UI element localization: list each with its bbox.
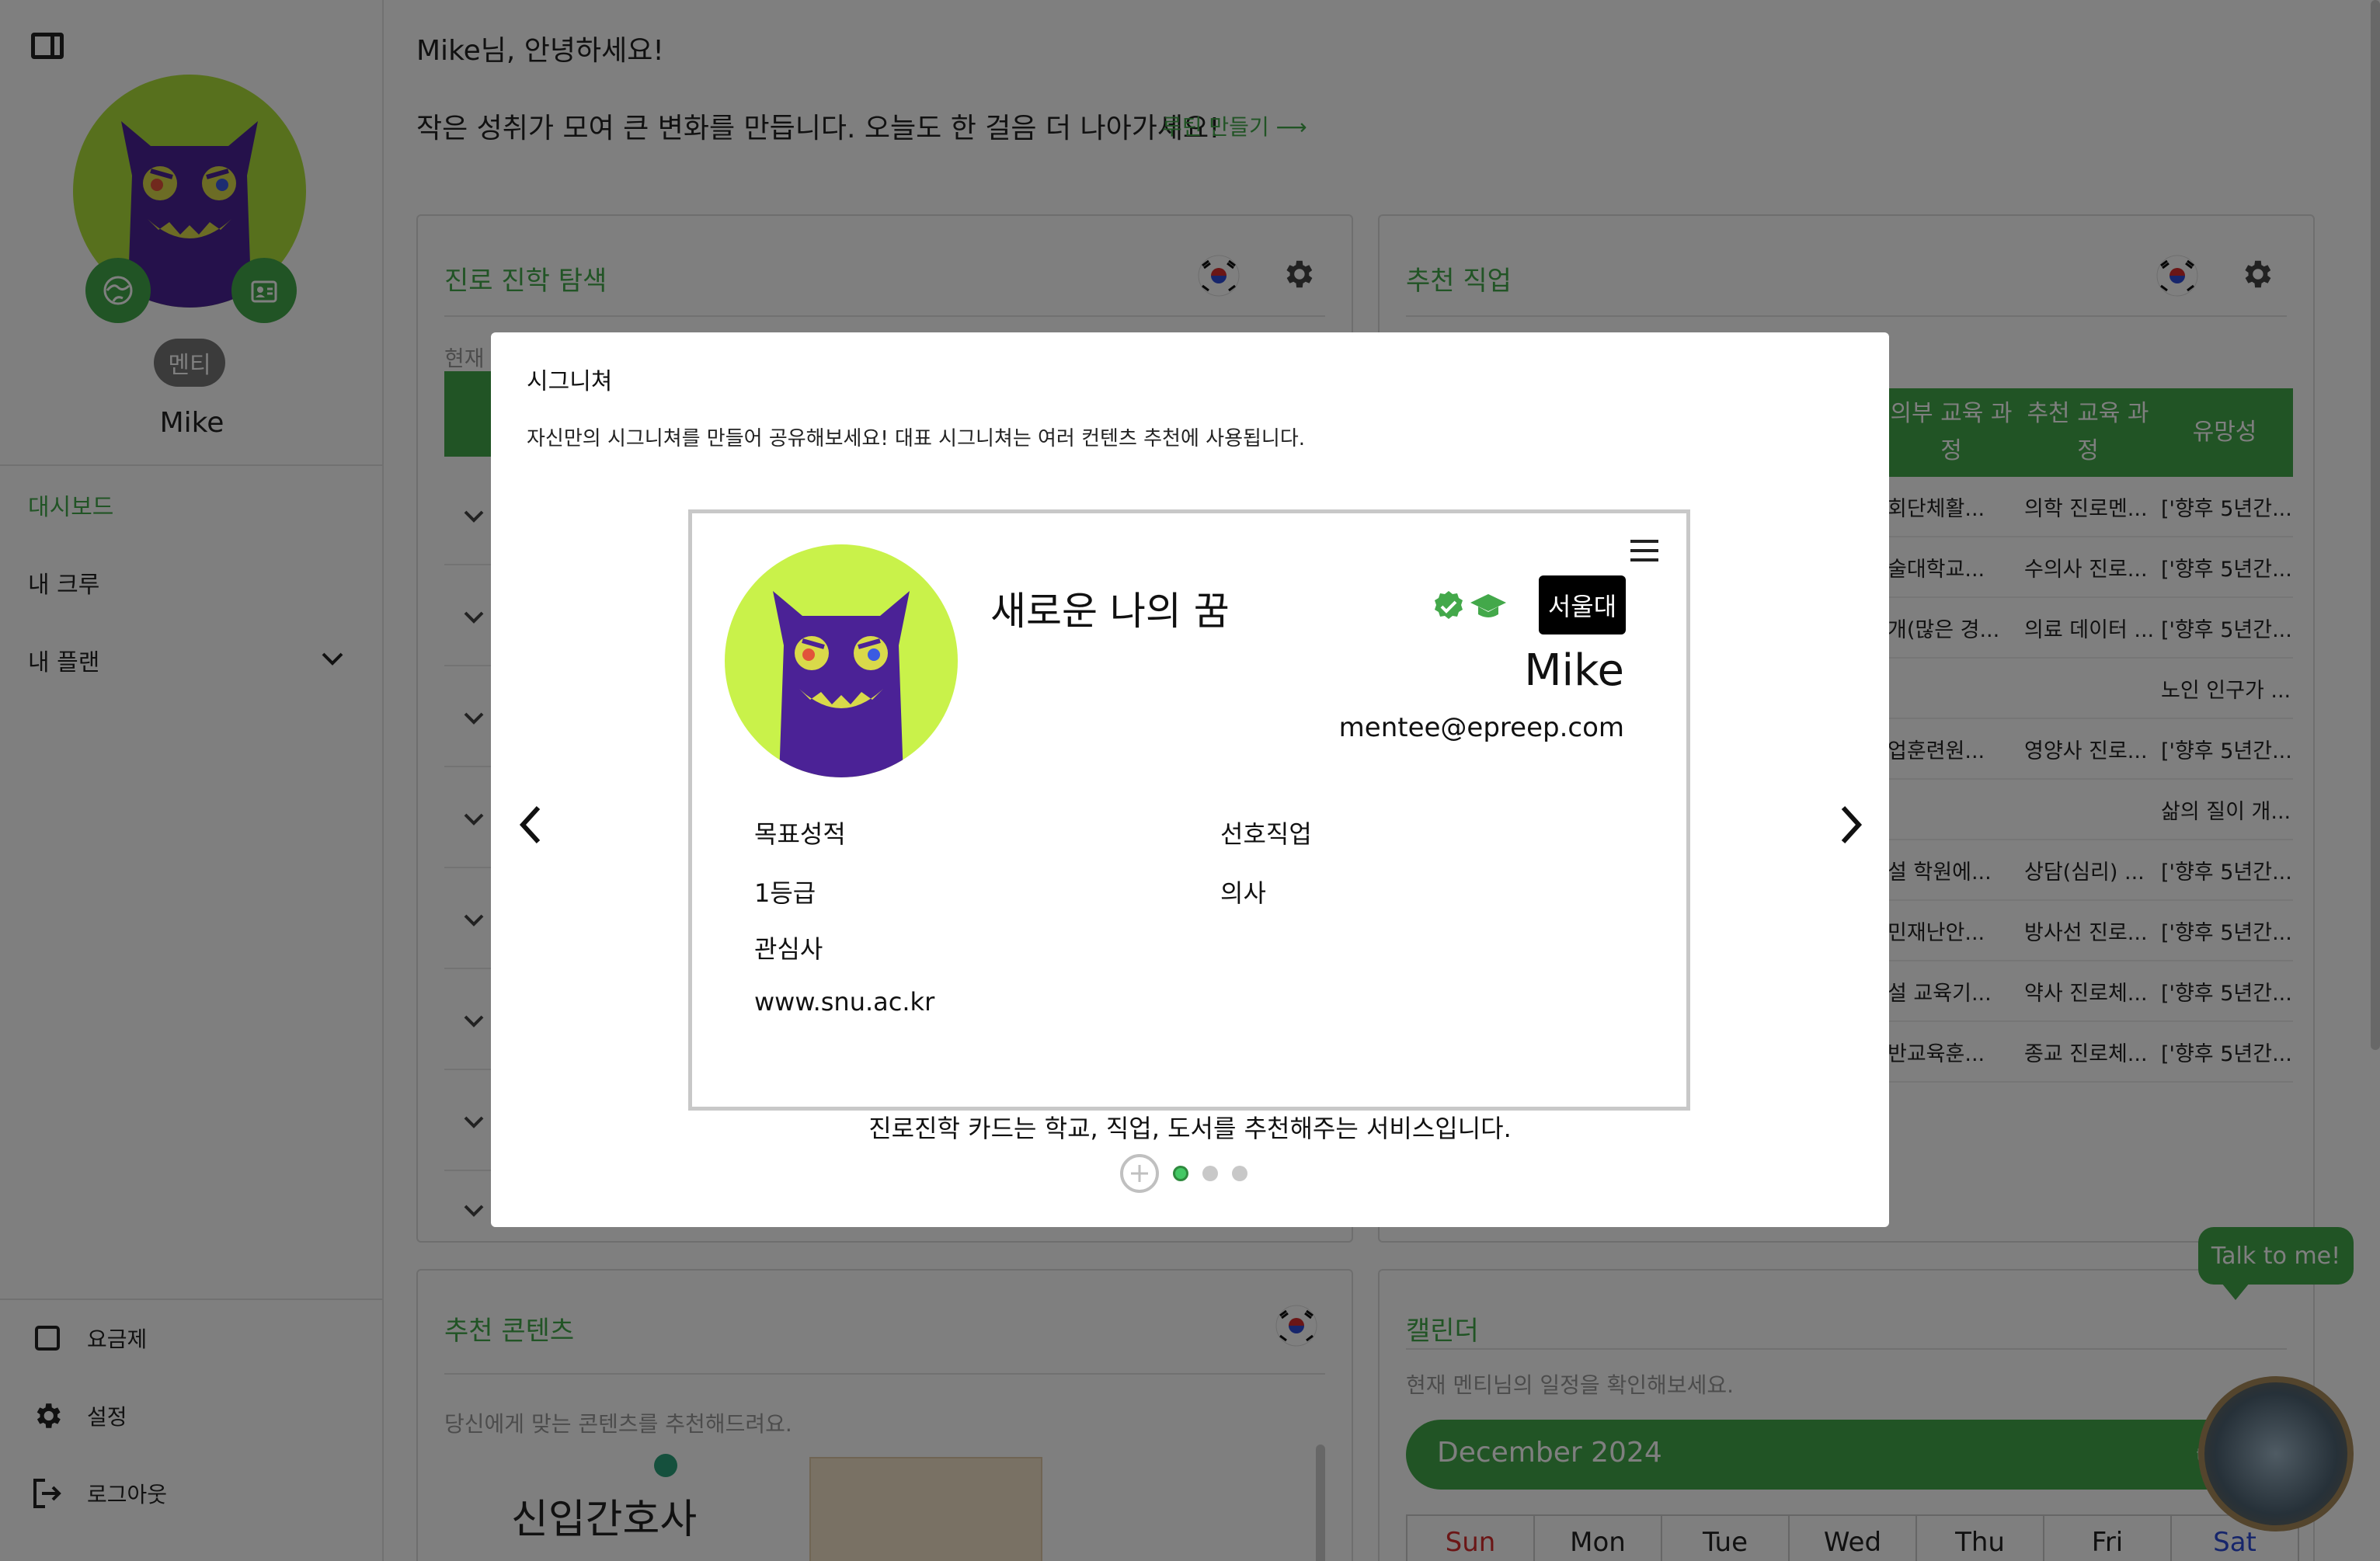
card-url: www.snu.ac.kr bbox=[754, 987, 935, 1017]
signature-modal: 시그니쳐 자신만의 시그니쳐를 만들어 공유해보세요! 대표 시그니쳐는 여러 … bbox=[491, 332, 1889, 1227]
card-title: 새로운 나의 꿈 bbox=[990, 589, 1230, 634]
carousel-caption: 진로진학 카드는 학교, 직업, 도서를 추천해주는 서비스입니다. bbox=[868, 1114, 1512, 1143]
goal-grade-label: 목표성적 bbox=[754, 819, 846, 849]
carousel-dot[interactable] bbox=[1173, 1166, 1188, 1181]
verified-badge-icon bbox=[1435, 591, 1463, 619]
modal-description: 자신만의 시그니쳐를 만들어 공유해보세요! 대표 시그니쳐는 여러 컨텐츠 추… bbox=[527, 427, 1306, 450]
preferred-job-value: 의사 bbox=[1220, 878, 1266, 908]
chevron-left-icon[interactable] bbox=[506, 794, 553, 856]
monster-avatar-icon bbox=[773, 591, 910, 777]
carousel-dot[interactable] bbox=[1232, 1166, 1247, 1181]
carousel-indicators bbox=[1120, 1154, 1247, 1193]
card-name: Mike bbox=[1524, 645, 1624, 696]
signature-card: 새로운 나의 꿈 서울대 Mike mentee@epreep.com 목표성적… bbox=[688, 509, 1690, 1111]
carousel-dot[interactable] bbox=[1202, 1166, 1218, 1181]
preferred-job-label: 선호직업 bbox=[1220, 819, 1312, 849]
card-avatar bbox=[725, 544, 958, 777]
goal-grade-value: 1등급 bbox=[754, 878, 816, 908]
modal-title: 시그니쳐 bbox=[527, 368, 613, 395]
add-card-icon[interactable] bbox=[1120, 1154, 1159, 1193]
graduation-cap-icon bbox=[1470, 594, 1506, 617]
chevron-right-icon[interactable] bbox=[1828, 794, 1875, 856]
interest-label: 관심사 bbox=[754, 934, 823, 964]
university-badge: 서울대 bbox=[1539, 575, 1626, 634]
card-email: mentee@epreep.com bbox=[1338, 712, 1624, 743]
hamburger-menu-icon[interactable] bbox=[1630, 540, 1658, 568]
